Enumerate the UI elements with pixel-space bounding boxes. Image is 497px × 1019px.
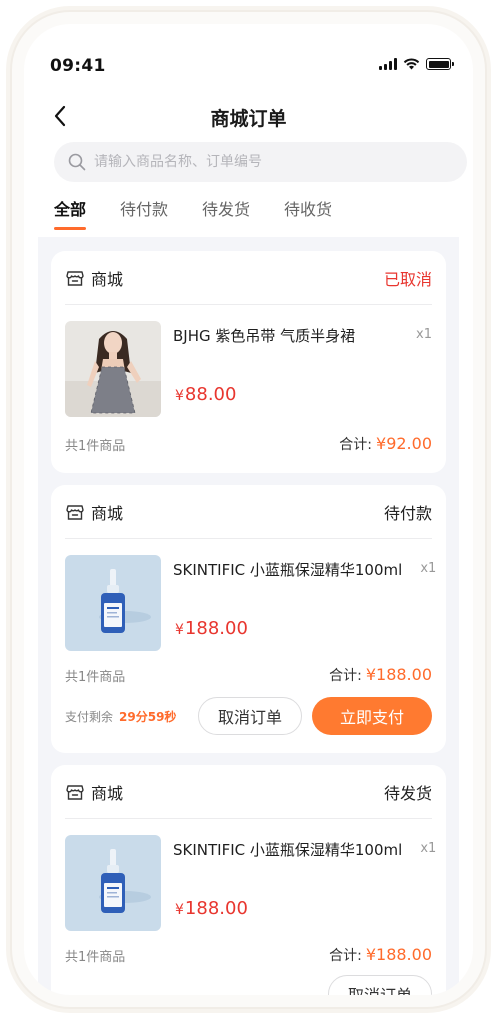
total-amount: ¥188.00 — [365, 665, 432, 684]
product-price: ¥88.00 — [175, 384, 236, 405]
order-header: 商城 待发货 — [65, 765, 432, 819]
product-name: BJHG 紫色吊带 气质半身裙 — [173, 327, 356, 345]
wifi-icon — [403, 58, 420, 70]
shop-name: 商城 — [65, 500, 123, 524]
total-amount: ¥188.00 — [365, 945, 432, 964]
shop-name: 商城 — [65, 266, 123, 290]
shop-icon — [66, 270, 84, 286]
page-title: 商城订单 — [210, 108, 287, 130]
order-item[interactable]: SKINTIFIC 小蓝瓶保湿精华100ml x1 ¥188.00 — [65, 539, 436, 651]
order-total: 合计: ¥92.00 — [339, 434, 432, 454]
order-summary: 共1件商品 合计: ¥188.00 — [65, 935, 432, 975]
price-value: 188.00 — [184, 898, 248, 919]
product-qty: x1 — [420, 561, 437, 576]
tab-pending-payment[interactable]: 待付款 — [120, 198, 168, 230]
shop-label: 商城 — [91, 503, 124, 523]
status-icons — [379, 58, 454, 70]
order-card[interactable]: 商城 待付款 SKINTIFIC 小蓝瓶保湿精华100ml x1 ¥188.00… — [51, 485, 446, 753]
signal-icon — [379, 58, 397, 70]
order-actions: 取消订单 — [65, 975, 432, 995]
order-header: 商城 已取消 — [65, 251, 432, 305]
order-tabs: 全部 待付款 待发货 待收货 — [54, 198, 332, 238]
search-input[interactable] — [94, 154, 434, 170]
pay-now-button[interactable]: 立即支付 — [312, 697, 432, 735]
order-header: 商城 待付款 — [65, 485, 432, 539]
shop-icon — [66, 784, 84, 800]
price-value: 188.00 — [184, 618, 248, 639]
product-name: SKINTIFIC 小蓝瓶保湿精华100ml — [173, 561, 403, 579]
product-info: SKINTIFIC 小蓝瓶保湿精华100ml x1 ¥188.00 — [173, 835, 436, 931]
search-icon — [68, 153, 86, 171]
tab-pending-receipt[interactable]: 待收货 — [284, 198, 332, 230]
order-total: 合计: ¥188.00 — [329, 945, 432, 965]
total-label: 合计: — [329, 668, 362, 684]
currency-symbol: ¥ — [175, 622, 184, 638]
order-actions: 支付剩余 29分59秒 取消订单 立即支付 — [65, 695, 432, 753]
order-summary: 共1件商品 合计: ¥92.00 — [65, 421, 432, 473]
total-label: 合计: — [329, 948, 362, 964]
product-price: ¥188.00 — [175, 898, 248, 919]
order-status: 待发货 — [383, 783, 432, 803]
battery-icon — [426, 58, 454, 70]
order-item[interactable]: BJHG 紫色吊带 气质半身裙 x1 ¥88.00 — [65, 305, 432, 417]
search-bar[interactable] — [54, 142, 467, 182]
total-label: 合计: — [339, 437, 373, 453]
product-image[interactable] — [65, 835, 161, 931]
order-card[interactable]: 商城 待发货 SKINTIFIC 小蓝瓶保湿精华100ml x1 ¥188.00… — [51, 765, 446, 995]
product-image[interactable] — [65, 555, 161, 651]
phone-frame: 09:41 商城订单 请输入商品名称、订单编号 全部 待付款 待发货 待收货 商… — [12, 12, 485, 1007]
order-list[interactable]: 商城 已取消 BJHG 紫色吊带 气质半身裙 x1 ¥88.00 共1件商品 合… — [38, 237, 459, 995]
item-count: 共1件商品 — [65, 669, 126, 685]
countdown-value: 29分59秒 — [119, 709, 177, 724]
product-info: BJHG 紫色吊带 气质半身裙 x1 ¥88.00 — [173, 321, 432, 417]
payment-countdown: 支付剩余 29分59秒 — [65, 708, 176, 725]
status-bar: 09:41 — [24, 24, 473, 84]
currency-symbol: ¥ — [175, 388, 184, 404]
shop-label: 商城 — [91, 269, 124, 289]
product-info: SKINTIFIC 小蓝瓶保湿精华100ml x1 ¥188.00 — [173, 555, 436, 651]
cancel-order-button[interactable]: 取消订单 — [198, 697, 302, 735]
product-qty: x1 — [416, 327, 432, 342]
price-value: 88.00 — [184, 384, 237, 405]
product-price: ¥188.00 — [175, 618, 248, 639]
cancel-order-button[interactable]: 取消订单 — [328, 975, 432, 995]
tab-all[interactable]: 全部 — [54, 198, 87, 230]
total-amount: ¥92.00 — [376, 434, 432, 453]
item-count: 共1件商品 — [65, 949, 126, 965]
nav-bar: 商城订单 — [24, 94, 473, 138]
item-count: 共1件商品 — [65, 438, 126, 454]
order-status: 已取消 — [383, 269, 432, 289]
product-name: SKINTIFIC 小蓝瓶保湿精华100ml — [173, 841, 403, 859]
countdown-label: 支付剩余 — [65, 709, 114, 724]
action-buttons: 取消订单 立即支付 — [198, 697, 432, 735]
currency-symbol: ¥ — [175, 902, 184, 918]
shop-label: 商城 — [91, 783, 124, 803]
shop-name: 商城 — [65, 780, 123, 804]
order-total: 合计: ¥188.00 — [329, 665, 432, 685]
order-status: 待付款 — [383, 503, 432, 523]
order-item[interactable]: SKINTIFIC 小蓝瓶保湿精华100ml x1 ¥188.00 — [65, 819, 436, 931]
tab-pending-shipment[interactable]: 待发货 — [202, 198, 250, 230]
product-image[interactable] — [65, 321, 161, 417]
order-card[interactable]: 商城 已取消 BJHG 紫色吊带 气质半身裙 x1 ¥88.00 共1件商品 合… — [51, 251, 446, 473]
screen: 09:41 商城订单 请输入商品名称、订单编号 全部 待付款 待发货 待收货 商… — [24, 24, 473, 995]
order-summary: 共1件商品 合计: ¥188.00 — [65, 655, 432, 695]
shop-icon — [66, 504, 84, 520]
product-qty: x1 — [420, 841, 437, 856]
status-time: 09:41 — [50, 56, 106, 76]
